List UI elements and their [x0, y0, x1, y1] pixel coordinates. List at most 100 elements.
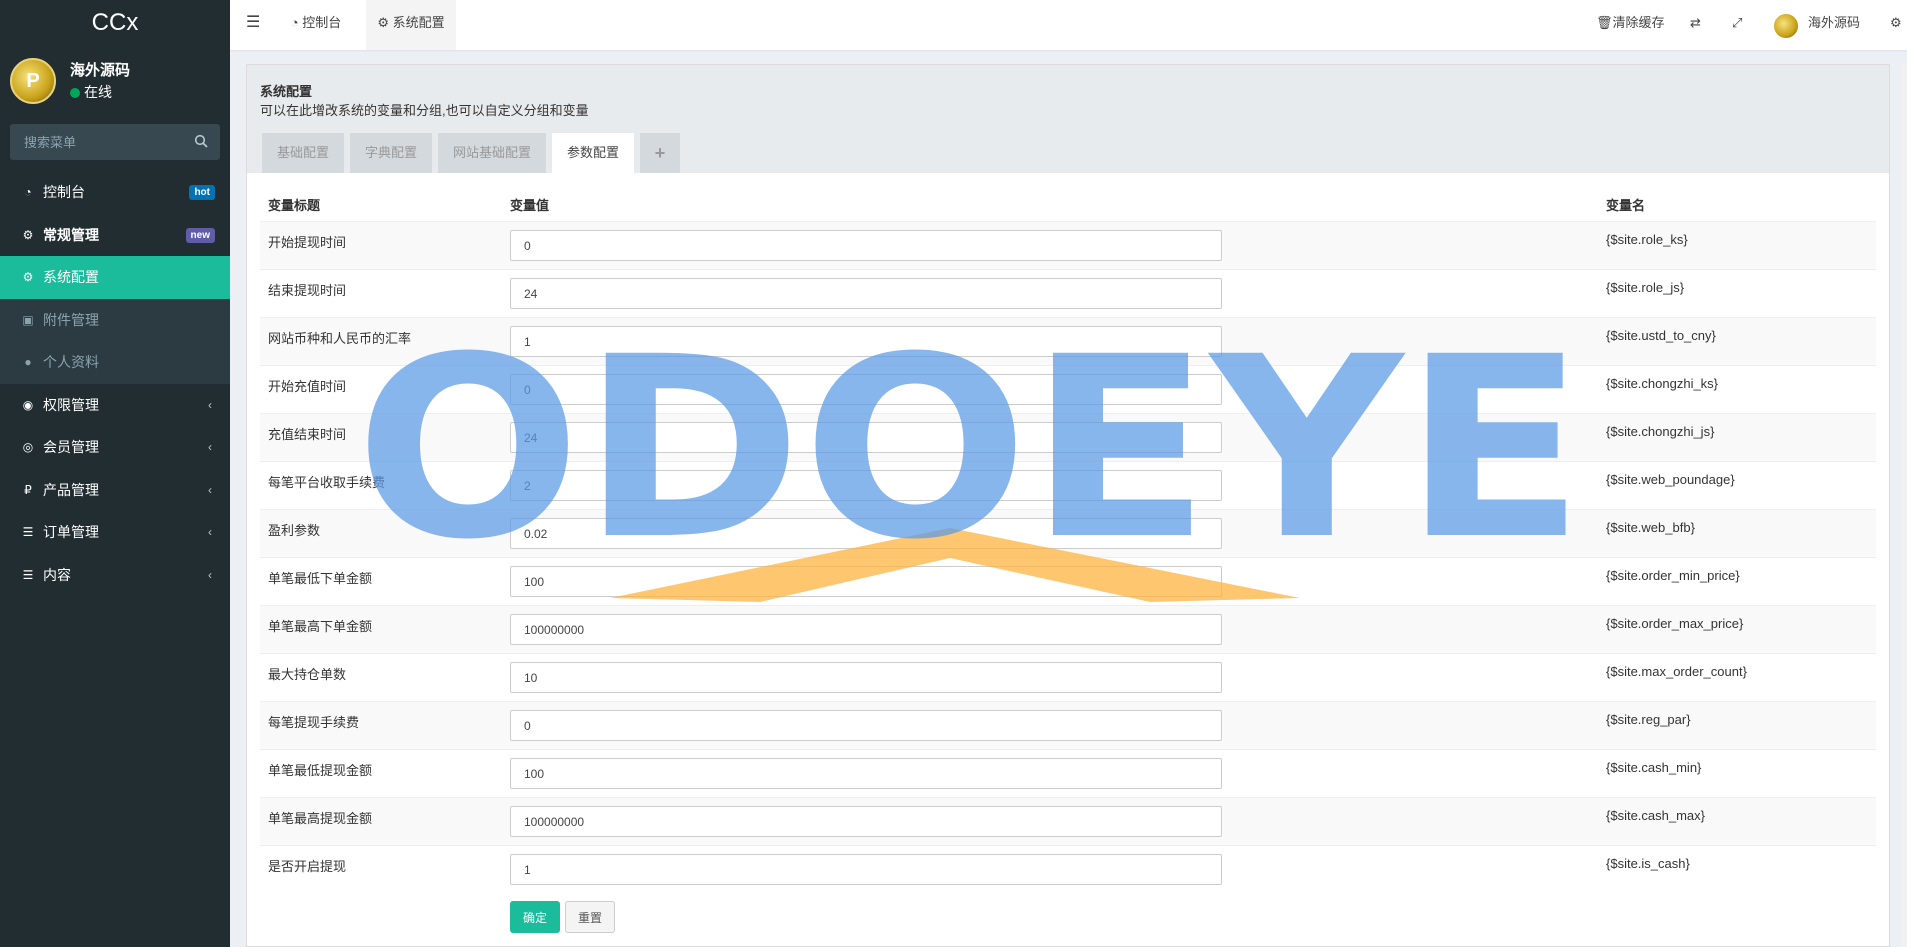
sidebar-item-label: 个人资料	[43, 354, 99, 371]
sidebar-item-general[interactable]: ⚙ 常规管理 new	[0, 214, 230, 257]
user-status: 在线	[70, 82, 112, 102]
row-title: 最大持仓单数	[268, 667, 347, 682]
search-icon[interactable]	[194, 134, 208, 148]
sidebar: CCx P 海外源码 在线 ◔ 控制台 hot ⚙ 常规管理 new ⚙ 系统配置 ▣ 附件…	[0, 0, 230, 947]
row-variable-name: {$site.role_ks}	[1606, 232, 1688, 247]
row-value-input[interactable]	[510, 854, 1222, 885]
sidebar-item-dashboard[interactable]: ◔ 控制台 hot	[0, 171, 230, 214]
app-logo[interactable]: CCx	[0, 0, 230, 50]
tab-site-config[interactable]: 网站基础配置	[438, 133, 546, 173]
tab-dict-config[interactable]: 字典配置	[350, 133, 432, 173]
row-variable-name: {$site.role_js}	[1606, 280, 1685, 295]
row-value-input[interactable]	[510, 614, 1222, 645]
table-row: 结束提现时间 {$site.role_js}	[260, 269, 1876, 317]
row-variable-name: {$site.max_order_count}	[1606, 664, 1747, 679]
table-row: 单笔最高下单金额 {$site.order_max_price}	[260, 605, 1876, 653]
group-icon: ◉	[22, 397, 34, 412]
row-value-input[interactable]	[510, 710, 1222, 741]
table-row: 开始提现时间 {$site.role_ks}	[260, 221, 1876, 269]
row-value-input[interactable]	[510, 806, 1222, 837]
row-variable-name: {$site.reg_par}	[1606, 712, 1691, 727]
sidebar-search	[10, 124, 220, 160]
row-variable-name: {$site.order_min_price}	[1606, 568, 1740, 583]
sidebar-search-input[interactable]	[10, 124, 180, 160]
sidebar-item-member[interactable]: ◎ 会员管理 ‹	[0, 426, 230, 469]
row-variable-name: {$site.ustd_to_cny}	[1606, 328, 1716, 343]
row-value-input[interactable]	[510, 470, 1222, 501]
row-title: 单笔最高下单金额	[268, 619, 373, 634]
table-header: 变量标题 变量值 变量名	[260, 183, 1876, 221]
image-icon: ▣	[22, 312, 34, 327]
row-variable-name: {$site.web_bfb}	[1606, 520, 1695, 535]
row-value-input[interactable]	[510, 278, 1222, 309]
sidebar-item-label: 权限管理	[43, 396, 99, 413]
row-variable-name: {$site.cash_min}	[1606, 760, 1702, 775]
table-row: 盈利参数 {$site.web_bfb}	[260, 509, 1876, 557]
row-value-input[interactable]	[510, 230, 1222, 261]
table-row: 网站币种和人民币的汇率 {$site.ustd_to_cny}	[260, 317, 1876, 365]
online-dot-icon	[70, 88, 80, 98]
fullscreen-icon[interactable]: ⤢	[1732, 0, 1742, 50]
scrollbar[interactable]	[1901, 64, 1907, 947]
row-title: 开始提现时间	[268, 235, 347, 250]
chevron-left-icon: ‹	[208, 567, 212, 582]
sidebar-menu: ◔ 控制台 hot ⚙ 常规管理 new ⚙ 系统配置 ▣ 附件管理 ● 个人资料 ◉ 权限管理…	[0, 171, 230, 596]
sidebar-item-label: 会员管理	[43, 439, 99, 456]
gear-icon: ⚙	[22, 270, 34, 285]
chevron-left-icon: ‹	[208, 397, 212, 412]
table-row: 单笔最低下单金额 {$site.order_min_price}	[260, 557, 1876, 605]
tab-label: 系统配置	[392, 15, 445, 30]
row-variable-name: {$site.order_max_price}	[1606, 616, 1744, 631]
clear-cache-button[interactable]: 🗑清除缓存	[1596, 0, 1665, 50]
sidebar-item-profile[interactable]: ● 个人资料	[0, 341, 230, 384]
row-value-input[interactable]	[510, 566, 1222, 597]
chevron-left-icon: ‹	[208, 482, 212, 497]
tab-dashboard[interactable]: ◔ 控制台	[276, 0, 356, 50]
panel-heading: 系统配置 可以在此增改系统的变量和分组,也可以自定义分组和变量 基础配置 字典配…	[247, 65, 1889, 173]
user-name: 海外源码	[70, 62, 131, 79]
sidebar-item-auth[interactable]: ◉ 权限管理 ‹	[0, 384, 230, 427]
settings-icon[interactable]: ⚙	[1890, 0, 1902, 50]
row-value-input[interactable]	[510, 518, 1222, 549]
row-value-input[interactable]	[510, 422, 1222, 453]
table-row: 单笔最高提现金额 {$site.cash_max}	[260, 797, 1876, 845]
gear-icon: ⚙	[377, 15, 393, 30]
row-title: 每笔提现手续费	[268, 715, 360, 730]
trash-icon: 🗑	[1596, 15, 1613, 30]
language-icon[interactable]: ⇄	[1690, 0, 1701, 50]
tab-basic-config[interactable]: 基础配置	[262, 133, 344, 173]
user-status-label: 在线	[84, 84, 112, 100]
user-circle-icon: ◎	[22, 440, 34, 455]
row-title: 每笔平台收取手续费	[268, 475, 386, 490]
col-header-name: 变量名	[1606, 198, 1646, 213]
menu-toggle-icon[interactable]: ☰	[246, 0, 260, 50]
table-row: 充值结束时间 {$site.chongzhi_js}	[260, 413, 1876, 461]
row-value-input[interactable]	[510, 758, 1222, 789]
row-value-input[interactable]	[510, 662, 1222, 693]
row-title: 单笔最低下单金额	[268, 571, 373, 586]
row-value-input[interactable]	[510, 374, 1222, 405]
user-panel: P 海外源码 在线	[0, 50, 230, 115]
col-header-value: 变量值	[510, 198, 550, 213]
hot-badge: hot	[189, 185, 215, 200]
panel-subtitle: 可以在此增改系统的变量和分组,也可以自定义分组和变量	[260, 103, 589, 118]
reset-button[interactable]: 重置	[565, 901, 615, 933]
sidebar-item-product[interactable]: ₽ 产品管理 ‹	[0, 469, 230, 512]
tab-param-config[interactable]: 参数配置	[552, 133, 634, 173]
row-variable-name: {$site.web_poundage}	[1606, 472, 1735, 487]
row-title: 开始充值时间	[268, 379, 347, 394]
user-icon: ●	[24, 355, 32, 370]
tab-config[interactable]: ⚙ 系统配置	[366, 0, 456, 50]
top-user-menu[interactable]: 海外源码	[1774, 0, 1874, 50]
add-tab-button[interactable]: +	[640, 133, 680, 173]
list-icon: ☰	[22, 567, 34, 582]
row-value-input[interactable]	[510, 326, 1222, 357]
sidebar-item-attachment[interactable]: ▣ 附件管理	[0, 298, 230, 341]
config-panel: 系统配置 可以在此增改系统的变量和分组,也可以自定义分组和变量 基础配置 字典配…	[246, 64, 1890, 947]
table-row: 最大持仓单数 {$site.max_order_count}	[260, 653, 1876, 701]
sidebar-item-order[interactable]: ☰ 订单管理 ‹	[0, 511, 230, 554]
sidebar-item-content[interactable]: ☰ 内容 ‹	[0, 554, 230, 597]
cogs-icon: ⚙	[22, 227, 34, 242]
confirm-button[interactable]: 确定	[510, 901, 560, 933]
sidebar-item-config[interactable]: ⚙ 系统配置	[0, 256, 230, 299]
